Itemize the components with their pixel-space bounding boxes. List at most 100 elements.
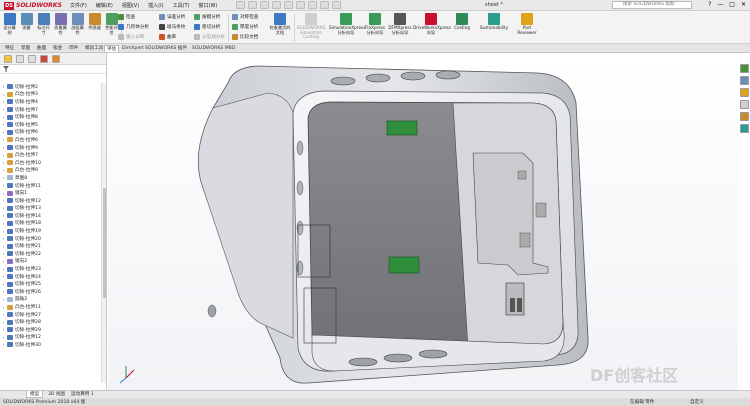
close-icon[interactable]: ✕ bbox=[741, 1, 746, 8]
deviation-analysis-button[interactable]: 误差分析 bbox=[159, 14, 185, 20]
menu-edit[interactable]: 编辑(E) bbox=[96, 2, 113, 9]
menu-insert[interactable]: 插入(I) bbox=[148, 2, 163, 9]
check-button[interactable]: 检查 bbox=[118, 14, 135, 20]
tree-item[interactable]: › 切除-拉伸4 bbox=[0, 98, 100, 106]
tree-item[interactable]: › 切除-拉伸21 bbox=[0, 242, 100, 250]
parting-line-analysis-button[interactable]: 分型线分析 bbox=[194, 34, 225, 40]
tree-item[interactable]: › 切除-拉伸14 bbox=[0, 212, 100, 220]
tree-item[interactable]: › 凸台-拉伸10 bbox=[0, 159, 100, 167]
design-library-icon[interactable] bbox=[739, 76, 749, 85]
custom-properties-icon[interactable] bbox=[739, 124, 749, 133]
expand-arrow-icon[interactable]: › bbox=[0, 206, 7, 211]
home-icon[interactable] bbox=[236, 1, 245, 9]
expand-arrow-icon[interactable]: › bbox=[0, 130, 7, 135]
view-palette-icon[interactable] bbox=[739, 100, 749, 109]
tree-item[interactable]: › 凸台-拉伸9 bbox=[0, 167, 100, 175]
tree-item[interactable]: › 切除-拉伸13 bbox=[0, 205, 100, 213]
tree-scrollbar[interactable] bbox=[101, 83, 106, 383]
floxpress-button[interactable]: FloXpress 分析向导 bbox=[364, 12, 386, 35]
expand-arrow-icon[interactable]: › bbox=[0, 267, 7, 272]
menu-view[interactable]: 视图(V) bbox=[122, 2, 139, 9]
expand-arrow-icon[interactable]: › bbox=[0, 274, 7, 279]
expand-arrow-icon[interactable]: › bbox=[0, 320, 7, 325]
scrollbar-thumb[interactable] bbox=[103, 188, 106, 298]
driveworksxpress-button[interactable]: DriveWorksXpress 向导 bbox=[413, 12, 451, 35]
import-diagnostics-button[interactable]: 输入诊断 bbox=[118, 34, 144, 40]
tree-item[interactable]: › 切除-拉伸12 bbox=[0, 197, 100, 205]
tab-surfaces[interactable]: 曲面 bbox=[35, 45, 48, 52]
tab-solidworks-addins[interactable]: SOLIDWORKS 插件 bbox=[143, 45, 189, 52]
status-units[interactable]: 自定义 bbox=[690, 399, 704, 405]
expand-arrow-icon[interactable]: › bbox=[0, 198, 7, 203]
expand-arrow-icon[interactable]: › bbox=[0, 221, 7, 226]
green-component[interactable] bbox=[386, 120, 418, 136]
open-icon[interactable] bbox=[260, 1, 269, 9]
tab-mold-tools[interactable]: 模具工具 bbox=[83, 45, 105, 52]
expand-arrow-icon[interactable]: › bbox=[0, 282, 7, 287]
part-reviewer-button[interactable]: Part Reviewer bbox=[515, 12, 539, 35]
dfmxpress-button[interactable]: DFMXpress 分析向导 bbox=[388, 12, 412, 35]
tree-item[interactable]: › 镜向2 bbox=[0, 258, 100, 266]
tree-item[interactable]: › 切除-拉伸12 bbox=[0, 334, 100, 342]
simulationxpress-button[interactable]: SimulationXpress 分析向导 bbox=[329, 12, 365, 35]
expand-arrow-icon[interactable]: › bbox=[0, 251, 7, 256]
expand-arrow-icon[interactable]: › bbox=[0, 153, 7, 158]
zebra-stripes-button[interactable]: 斑马条纹 bbox=[159, 24, 185, 30]
expand-arrow-icon[interactable]: › bbox=[0, 259, 7, 264]
tree-item[interactable]: › 切除-拉伸18 bbox=[0, 220, 100, 228]
expand-arrow-icon[interactable]: › bbox=[0, 145, 7, 150]
select-icon[interactable] bbox=[308, 1, 317, 9]
measure-button[interactable]: 测量 bbox=[19, 12, 34, 31]
tab-model[interactable]: 模型 bbox=[26, 391, 44, 398]
mass-properties-button[interactable]: 质量属性 bbox=[53, 12, 68, 35]
enclosure-model[interactable] bbox=[108, 53, 738, 390]
tree-item[interactable]: › 切除-拉伸29 bbox=[0, 326, 100, 334]
tab-motion-study[interactable]: 运动算例 1 bbox=[68, 391, 97, 398]
minimize-icon[interactable]: — bbox=[717, 1, 723, 8]
expand-arrow-icon[interactable]: › bbox=[0, 191, 7, 196]
solidworks-logo[interactable]: DS SOLIDWORKS bbox=[4, 1, 62, 10]
draft-analysis-button[interactable]: 拔模分析 bbox=[194, 14, 220, 20]
help-icon[interactable]: ? bbox=[708, 1, 711, 8]
tab-evaluate[interactable]: 评估 bbox=[104, 45, 120, 52]
curvature-button[interactable]: 曲率 bbox=[159, 34, 176, 40]
property-manager-tab-icon[interactable] bbox=[16, 55, 24, 63]
expand-arrow-icon[interactable]: › bbox=[0, 122, 7, 127]
tree-item[interactable]: › 镜向1 bbox=[0, 189, 100, 197]
performance-evaluation-button[interactable]: 性能评估 bbox=[104, 12, 119, 35]
compare-documents-button[interactable]: 比较文档 bbox=[232, 34, 258, 40]
tree-item[interactable]: › 切除-拉伸23 bbox=[0, 265, 100, 273]
green-component[interactable] bbox=[388, 256, 420, 274]
expand-arrow-icon[interactable]: › bbox=[0, 297, 7, 302]
expand-arrow-icon[interactable]: › bbox=[0, 229, 7, 234]
expand-arrow-icon[interactable]: › bbox=[0, 289, 7, 294]
dimxpert-manager-tab-icon[interactable] bbox=[40, 55, 48, 63]
thickness-analysis-button[interactable]: 厚度分析 bbox=[232, 24, 258, 30]
tree-item[interactable]: › 圆角2 bbox=[0, 296, 100, 304]
expand-arrow-icon[interactable]: › bbox=[0, 168, 7, 173]
expand-arrow-icon[interactable]: › bbox=[0, 92, 7, 97]
tab-weldments[interactable]: 焊件 bbox=[67, 45, 80, 52]
solidworks-resources-icon[interactable] bbox=[739, 64, 749, 73]
tab-sketch[interactable]: 草图 bbox=[19, 45, 32, 52]
graphics-area[interactable] bbox=[108, 53, 738, 390]
expand-arrow-icon[interactable]: › bbox=[0, 175, 7, 180]
sensor-button[interactable]: 传感器 bbox=[87, 12, 102, 31]
tab-solidworks-mbd[interactable]: SOLIDWORKS MBD bbox=[190, 45, 237, 52]
design-study-button[interactable]: 设计算例 bbox=[2, 12, 17, 35]
configuration-manager-tab-icon[interactable] bbox=[28, 55, 36, 63]
maximize-icon[interactable]: □ bbox=[729, 1, 735, 8]
tree-item[interactable]: › 凸台-拉伸7 bbox=[0, 151, 100, 159]
costing-button[interactable]: Costing bbox=[452, 12, 472, 31]
display-manager-tab-icon[interactable] bbox=[52, 55, 60, 63]
tree-filter[interactable] bbox=[0, 65, 106, 74]
tree-item[interactable]: › 切除-拉伸2 bbox=[0, 83, 100, 91]
tree-item[interactable]: › 切除-拉伸19 bbox=[0, 227, 100, 235]
rebuild-icon[interactable] bbox=[320, 1, 329, 9]
tree-item[interactable]: › 切除-拉伸5 bbox=[0, 121, 100, 129]
expand-arrow-icon[interactable]: › bbox=[0, 107, 7, 112]
sustainability-button[interactable]: Sustainability bbox=[478, 12, 510, 31]
expand-arrow-icon[interactable]: › bbox=[0, 305, 7, 310]
tree-item[interactable]: › 切除-拉伸27 bbox=[0, 311, 100, 319]
expand-arrow-icon[interactable]: › bbox=[0, 99, 7, 104]
